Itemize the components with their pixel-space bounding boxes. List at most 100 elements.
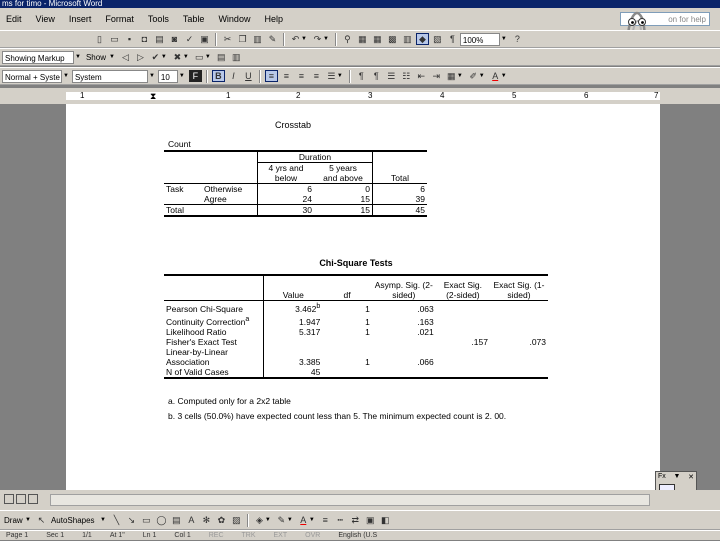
- normal-view-icon[interactable]: [4, 494, 14, 504]
- align-right-icon[interactable]: ≡: [295, 70, 308, 82]
- oval-icon[interactable]: ◯: [155, 514, 168, 526]
- bold-button[interactable]: B: [211, 70, 225, 82]
- status-col: Col 1: [174, 532, 191, 539]
- 3d-icon[interactable]: ◧: [379, 514, 392, 526]
- web-layout-icon[interactable]: [16, 494, 26, 504]
- open-icon[interactable]: ▭: [108, 33, 121, 45]
- document-page[interactable]: Crosstab Count Duration 4 yrs and below 5…: [66, 104, 660, 490]
- permission-icon[interactable]: ◘: [138, 33, 151, 45]
- tables-borders-icon[interactable]: ▦: [356, 33, 369, 45]
- col-header-above5: 5 years and above: [323, 163, 363, 183]
- dash-style-icon[interactable]: ┅: [334, 514, 347, 526]
- zoom-select[interactable]: 100%: [459, 32, 500, 46]
- line-style-icon[interactable]: ≡: [319, 514, 332, 526]
- bullets-icon[interactable]: ☷: [400, 70, 413, 82]
- horizontal-scrollbar[interactable]: [50, 494, 650, 506]
- menu-tools[interactable]: Tools: [148, 14, 169, 24]
- copy-icon[interactable]: ❐: [236, 33, 249, 45]
- select-objects-icon[interactable]: ↖: [35, 514, 48, 526]
- toolbar-options-icon[interactable]: ▼: [673, 473, 680, 481]
- reviewing-pane-icon[interactable]: ▥: [230, 51, 243, 63]
- horizontal-scrollbar-row: [0, 490, 720, 510]
- arrow-icon[interactable]: ↘: [125, 514, 138, 526]
- document-area: Crosstab Count Duration 4 yrs and below 5…: [0, 104, 720, 490]
- close-icon[interactable]: ✕: [688, 473, 694, 481]
- spelling-icon[interactable]: ✓: [183, 33, 196, 45]
- font-pn-icon[interactable]: F: [188, 70, 202, 82]
- menu-insert[interactable]: Insert: [69, 14, 92, 24]
- rectangle-icon[interactable]: ▭: [140, 514, 153, 526]
- align-left-icon[interactable]: ≡: [264, 70, 278, 82]
- save-icon[interactable]: ▪: [123, 33, 136, 45]
- chisq-table: Value df Asymp. Sig. (2-sided) Exact Sig…: [164, 274, 548, 379]
- new-icon[interactable]: ▯: [93, 33, 106, 45]
- print-icon[interactable]: ▤: [153, 33, 166, 45]
- columns-icon[interactable]: ▥: [401, 33, 414, 45]
- window-title: ms for timo - Microsoft Word: [2, 0, 103, 8]
- underline-button[interactable]: U: [242, 70, 255, 82]
- increase-indent-icon[interactable]: ⇥: [430, 70, 443, 82]
- document-map-icon[interactable]: ▧: [431, 33, 444, 45]
- crosstab-title: Crosstab: [274, 120, 311, 130]
- format-painter-icon[interactable]: ✎: [266, 33, 279, 45]
- drawing-icon[interactable]: ◆: [415, 33, 429, 45]
- ruler-mark: 7: [654, 91, 659, 100]
- insert-excel-icon[interactable]: ▩: [386, 33, 399, 45]
- ruler-mark: 1: [80, 91, 85, 100]
- justify-icon[interactable]: ≡: [310, 70, 323, 82]
- cell: 6: [372, 183, 427, 194]
- font-select[interactable]: System: [71, 69, 148, 83]
- status-ovr[interactable]: OVR: [305, 531, 320, 540]
- clipart-icon[interactable]: ✿: [215, 514, 228, 526]
- wordart-icon[interactable]: A: [185, 514, 198, 526]
- diagram-icon[interactable]: ✻: [200, 514, 213, 526]
- status-ext[interactable]: EXT: [274, 531, 288, 540]
- research-icon[interactable]: ▣: [198, 33, 211, 45]
- menu-edit[interactable]: Edit: [6, 14, 22, 24]
- decrease-indent-icon[interactable]: ⇤: [415, 70, 428, 82]
- show-menu[interactable]: Show: [84, 51, 108, 64]
- numbering-icon[interactable]: ☰: [385, 70, 398, 82]
- status-trk[interactable]: TRK: [242, 531, 256, 540]
- help-icon[interactable]: ?: [511, 33, 524, 45]
- next-change-icon[interactable]: ▷: [134, 51, 147, 63]
- print-preview-icon[interactable]: ◙: [168, 33, 181, 45]
- menu-table[interactable]: Table: [183, 14, 205, 24]
- ltr-icon[interactable]: ¶: [355, 70, 368, 82]
- line-icon[interactable]: ╲: [110, 514, 123, 526]
- previous-change-icon[interactable]: ◁: [119, 51, 132, 63]
- paste-icon[interactable]: ▥: [251, 33, 264, 45]
- textbox-icon[interactable]: ▤: [170, 514, 183, 526]
- hyperlink-icon[interactable]: ⚲: [341, 33, 354, 45]
- status-rec[interactable]: REC: [209, 531, 224, 540]
- track-changes-icon[interactable]: ▤: [215, 51, 228, 63]
- menu-format[interactable]: Format: [105, 14, 134, 24]
- markup-display-select[interactable]: Showing Markup: [2, 50, 74, 64]
- draw-menu[interactable]: Draw: [2, 514, 24, 527]
- cut-icon[interactable]: ✂: [221, 33, 234, 45]
- menu-view[interactable]: View: [36, 14, 55, 24]
- rtl-icon[interactable]: ¶: [370, 70, 383, 82]
- shadow-icon[interactable]: ▣: [364, 514, 377, 526]
- picture-icon[interactable]: ▨: [230, 514, 243, 526]
- horizontal-ruler[interactable]: 1 1 2 3 4 5 6 7 ⧗: [0, 88, 720, 104]
- font-size-select[interactable]: 10: [157, 69, 178, 83]
- show-hide-icon[interactable]: ¶: [446, 33, 459, 45]
- menu-help[interactable]: Help: [264, 14, 283, 24]
- status-at: At 1": [109, 532, 125, 539]
- indent-marker-icon[interactable]: ⧗: [150, 91, 156, 102]
- ruler-mark: 1: [226, 91, 231, 100]
- autoshapes-menu[interactable]: AutoShapes: [49, 514, 99, 527]
- style-select[interactable]: Normal + Syste: [2, 69, 62, 83]
- cell: 0: [365, 184, 370, 194]
- arrow-style-icon[interactable]: ⇄: [349, 514, 362, 526]
- align-center-icon[interactable]: ≡: [280, 70, 293, 82]
- insert-table-icon[interactable]: ▦: [371, 33, 384, 45]
- cell: 39: [372, 194, 427, 205]
- menu-window[interactable]: Window: [218, 14, 250, 24]
- italic-button[interactable]: I: [227, 70, 240, 82]
- chisq-header-value: Value: [263, 275, 323, 301]
- chisq-header-df: df: [343, 290, 351, 300]
- crosstab-table: Duration 4 yrs and below 5 years and above…: [164, 150, 427, 217]
- print-layout-icon[interactable]: [28, 494, 38, 504]
